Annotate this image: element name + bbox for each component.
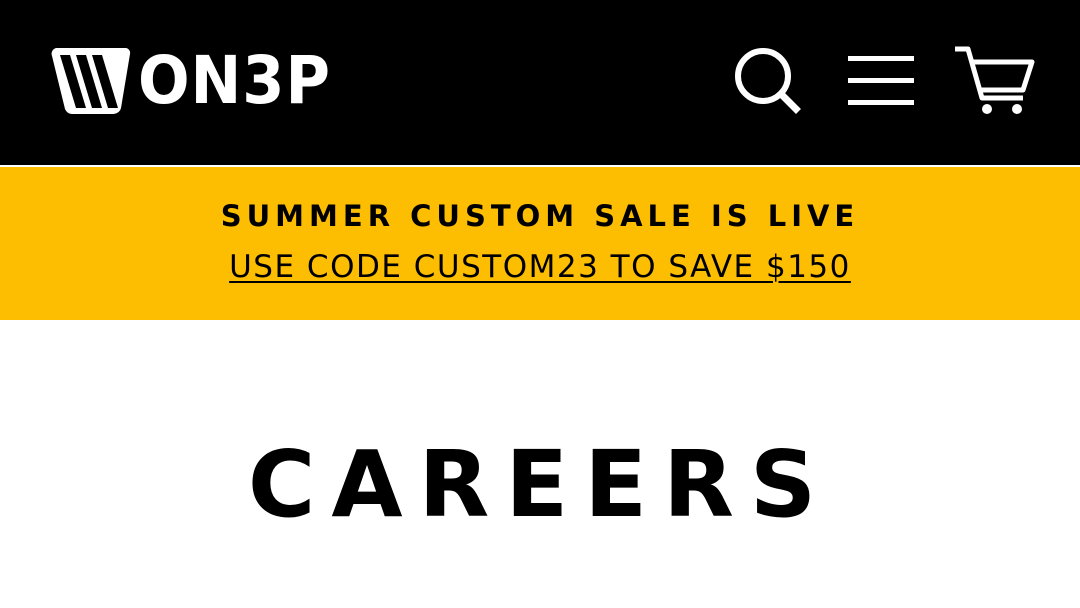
promo-banner [0,167,1080,320]
shopping-cart-icon [955,46,1035,114]
promo-code-link[interactable]: USE CODE CUSTOM23 TO SAVE $150 [229,249,851,285]
promo-code-line: USE CODE CUSTOM23 TO SAVE $150 [0,246,1080,288]
search-button[interactable] [733,46,801,114]
menu-button[interactable] [846,52,916,110]
cart-button[interactable] [953,44,1035,116]
site-header: ON3P [0,0,1080,165]
logo-wordmark: ON3P [138,42,331,119]
hamburger-menu-icon [848,56,914,105]
home-logo-link[interactable]: ON3P [50,44,348,118]
search-icon [735,48,801,114]
page-title: CAREERS [247,431,833,538]
promo-title: SUMMER CUSTOM SALE IS LIVE [220,199,860,233]
logo-mark-icon [51,48,131,115]
